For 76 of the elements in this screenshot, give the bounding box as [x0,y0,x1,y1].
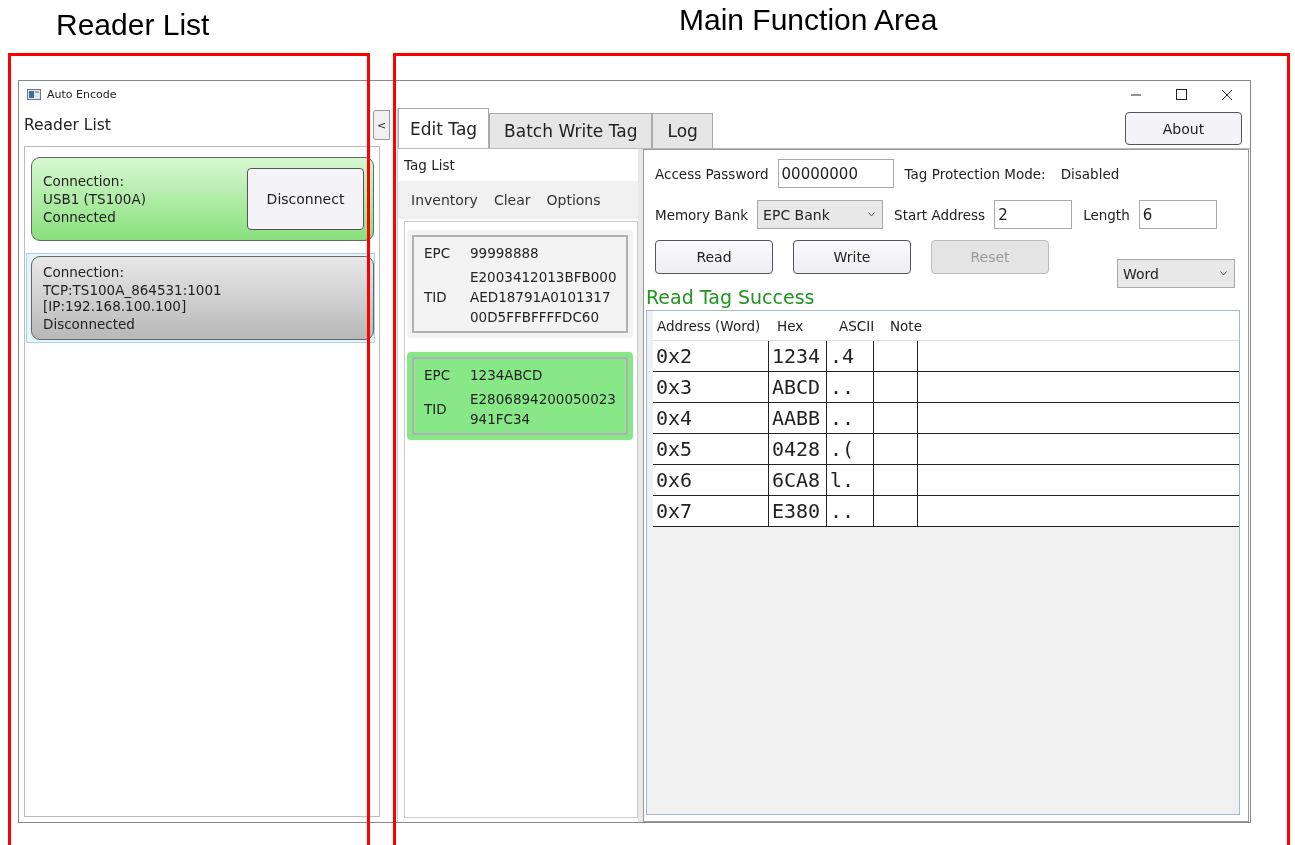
table-cell: ABCD [769,372,827,402]
table-cell: 6CA8 [769,465,827,495]
field-label: TID [424,289,448,305]
close-icon[interactable] [1221,88,1233,101]
panel-title: Tag List [403,156,456,175]
action-button[interactable]: Write [793,240,911,274]
about-button[interactable]: About [1125,112,1242,145]
connection-label: Connection: [43,173,125,189]
tid-value: AED18791A0101317 [470,288,612,307]
chevron-icon [868,212,876,217]
table-cell: l. [827,465,874,495]
table-cell: E380 [769,496,827,526]
tab[interactable]: Batch Write Tag [489,113,653,148]
connection-status: Connected [43,209,117,225]
table-cell: 0x5 [653,434,769,464]
disconnect-button[interactable]: Disconnect [247,168,364,230]
field-label: Length [1083,206,1130,223]
tag-card[interactable]: EPC 1234ABCD TID E2806894200050023 941FC34 [407,352,633,440]
column-header: Address (Word) [656,317,762,334]
field-label: Access Password [655,165,769,182]
field-label: TID [424,401,448,417]
column-header: Hex [776,317,805,334]
field-label: EPC [424,367,452,383]
password-field[interactable]: 00000000 [777,159,894,188]
tid-value: E2003412013BFB000 [470,268,617,287]
status-message: Read Tag Success [646,286,816,310]
column-header: Note [889,317,923,334]
toolbar-button[interactable]: Inventory [404,192,485,208]
memory-bank-dropdown[interactable]: EPC Bank [757,200,884,229]
collapse-button[interactable]: < [373,110,390,140]
reader-card[interactable]: Connection: TCP:TS100A_864531:1001 [IP:192.168.100.100] Disconnected [31,256,374,340]
connection-name: TCP:TS100A_864531:1001 [IP:192.168.100.100] [43,282,223,314]
table-cell: 0x4 [653,403,769,433]
connection-label: Connection: [43,264,125,280]
field-label: Start Address [894,206,986,223]
table-cell: .4 [827,341,874,371]
column-header: ASCII [838,317,876,334]
app-icon [27,89,41,100]
table-cell: .. [827,403,874,433]
tag-card[interactable]: EPC 99998888 TID E2003412013BFB000 AED18791A0101317 00D5FFBFFFFDC60 [407,230,633,338]
start-address-field[interactable]: 2 [994,200,1073,229]
chevron-icon [1220,271,1227,276]
annotation-label: Reader List [56,8,210,42]
table-cell: 0x2 [653,341,769,371]
table-cell: .. [827,496,874,526]
table-cell: 0x7 [653,496,769,526]
table-cell: 0x6 [653,465,769,495]
toolbar-button[interactable]: Options [539,192,608,208]
length-field[interactable]: 6 [1138,200,1217,229]
connection-name: USB1 (TS100A) [43,191,146,207]
table-cell: 1234 [769,341,827,371]
tid-value: 941FC34 [470,410,532,429]
panel-title: Reader List [24,115,112,136]
tid-value: 00D5FFBFFFFDC60 [470,308,600,327]
maximize-icon[interactable] [1176,89,1187,100]
epc-value: 1234ABCD [470,367,543,383]
annotation-label: Main Function Area [679,3,938,37]
protection-mode-value: Disabled [1060,165,1120,182]
table-cell: .. [827,372,874,402]
epc-value: 99998888 [470,245,539,261]
unit-dropdown[interactable]: Word [1117,259,1235,288]
table-cell: 0x3 [653,372,769,402]
table-cell: AABB [769,403,827,433]
field-label: Memory Bank [655,206,749,223]
field-label: EPC [424,245,452,261]
window-title: Auto Encode [47,88,117,101]
field-label: Tag Protection Mode: [904,165,1046,182]
connection-status: Disconnected [43,316,136,332]
toolbar-button[interactable]: Clear [486,192,538,208]
table-cell: 0428 [769,434,827,464]
action-button[interactable]: Read [655,240,773,274]
reader-card[interactable]: Connection: USB1 (TS100A) Connected Disconnect [31,157,374,241]
table-cell: .( [827,434,874,464]
tid-value: E2806894200050023 [470,390,616,409]
tab[interactable]: Log [652,113,713,148]
tab[interactable]: Edit Tag [398,108,490,148]
